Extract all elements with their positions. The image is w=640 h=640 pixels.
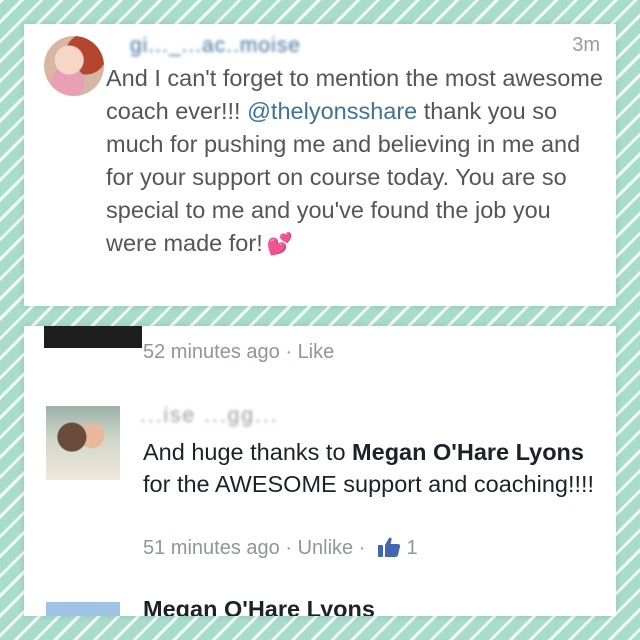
- meta-separator: ·: [285, 341, 292, 363]
- comment-text-part: for the AWESOME support and coaching!!!!: [143, 471, 595, 497]
- comment-time: 52 minutes ago: [143, 341, 280, 363]
- instagram-comment-text: And I can't forget to mention the most a…: [106, 62, 606, 261]
- next-comment-author[interactable]: Megan O'Hare Lyons: [143, 596, 375, 616]
- previous-comment-avatar[interactable]: [44, 326, 142, 348]
- unlike-link[interactable]: Unlike: [298, 537, 354, 559]
- instagram-username[interactable]: gi..._...ac..moise: [130, 34, 301, 58]
- thumbs-up-icon[interactable]: [377, 536, 401, 558]
- meta-separator: ·: [358, 537, 366, 559]
- facebook-comment-text: And huge thanks to Megan O'Hare Lyons fo…: [143, 436, 609, 500]
- comment-meta-second: 51 minutes ago · Unlike · 1: [143, 536, 418, 560]
- facebook-comment-author[interactable]: ...ise ...gg...: [140, 404, 279, 428]
- next-comment-avatar[interactable]: [46, 602, 120, 616]
- comment-text-part: And huge thanks to: [143, 439, 353, 465]
- thumbs-up-icon-graphic: [377, 537, 401, 557]
- instagram-avatar[interactable]: [44, 36, 104, 96]
- like-link[interactable]: Like: [298, 341, 335, 363]
- comment-time: 51 minutes ago: [143, 537, 280, 559]
- instagram-timestamp: 3m: [572, 34, 600, 56]
- instagram-comment-card: gi..._...ac..moise 3m And I can't forget…: [24, 24, 616, 306]
- tagged-name-link[interactable]: Megan O'Hare Lyons: [352, 439, 584, 465]
- like-count: 1: [406, 537, 418, 559]
- facebook-avatar[interactable]: [46, 406, 120, 480]
- mention-link[interactable]: @thelyonsshare: [247, 98, 417, 124]
- facebook-comments-card: 52 minutes ago · Like ...ise ...gg... An…: [24, 326, 616, 616]
- comment-meta-first: 52 minutes ago · Like: [143, 341, 334, 364]
- two-hearts-emoji: 💕: [266, 233, 293, 256]
- meta-separator: ·: [285, 537, 292, 559]
